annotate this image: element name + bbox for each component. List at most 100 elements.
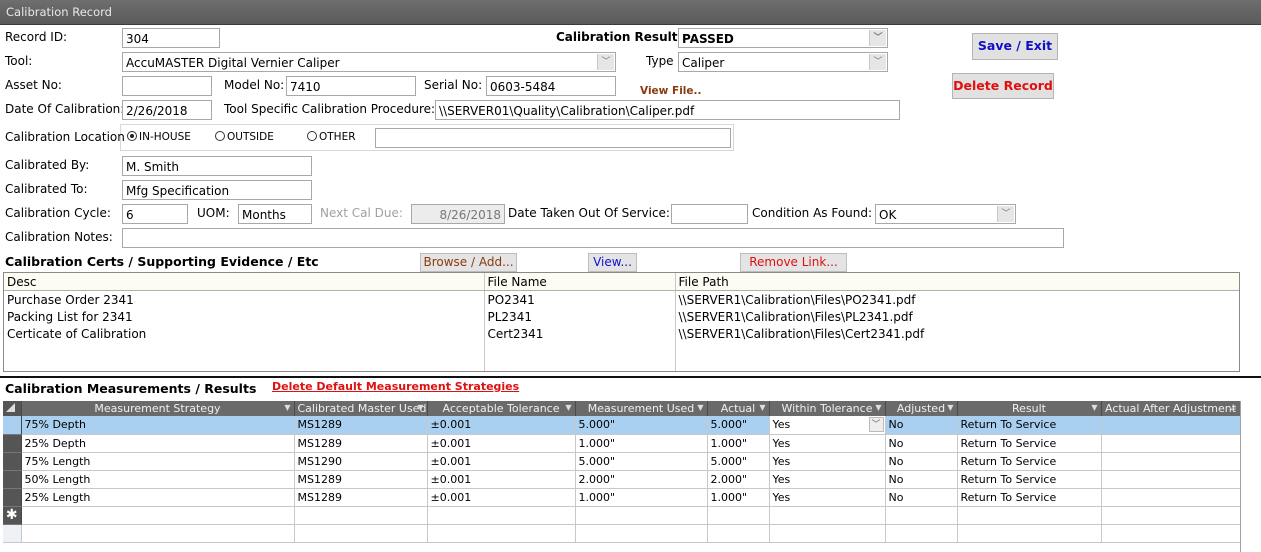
- new-cell[interactable]: [21, 506, 295, 525]
- cell-actual[interactable]: 5.000": [707, 416, 770, 435]
- table-row[interactable]: 75% Depth MS1289 ±0.001 5.000" 5.000" Ye…: [3, 416, 1240, 435]
- col-adjusted[interactable]: Adjusted ▼: [885, 401, 958, 416]
- cell-within-tolerance-combo[interactable]: Yes ﹀: [769, 416, 886, 435]
- calibration-cycle-field[interactable]: 6: [122, 204, 188, 224]
- cell-actual[interactable]: 1.000": [707, 434, 770, 453]
- certs-col-filename[interactable]: File Name: [484, 273, 676, 291]
- cell-adjusted[interactable]: No: [885, 416, 958, 435]
- chevron-down-icon[interactable]: ﹀: [597, 54, 614, 70]
- chevron-down-icon[interactable]: ﹀: [868, 417, 884, 432]
- cell-measurement-used[interactable]: 5.000": [575, 452, 708, 471]
- sort-filter-icon[interactable]: ⊿: [1230, 403, 1237, 412]
- view-cert-button[interactable]: View...: [588, 253, 637, 272]
- cell-strategy[interactable]: 50% Length: [21, 470, 295, 489]
- certs-row[interactable]: Certicate of Calibration Cert2341 \\SERV…: [4, 325, 1239, 342]
- cell-measurement-used[interactable]: 1.000": [575, 488, 708, 507]
- cert-filename[interactable]: PL2341: [484, 308, 676, 325]
- new-cell[interactable]: [575, 506, 708, 525]
- cell-tolerance[interactable]: ±0.001: [427, 470, 576, 489]
- cell-strategy[interactable]: 25% Length: [21, 488, 295, 507]
- cell-within-tolerance[interactable]: Yes: [769, 488, 886, 507]
- row-selector[interactable]: [3, 416, 22, 435]
- cell-adjusted[interactable]: No: [885, 452, 958, 471]
- cell-result[interactable]: Return To Service: [957, 452, 1102, 471]
- table-row[interactable]: 25% Depth MS1289 ±0.001 1.000" 1.000" Ye…: [3, 434, 1240, 453]
- certs-col-filepath[interactable]: File Path: [675, 273, 1239, 291]
- col-actual[interactable]: Actual ▼: [707, 401, 770, 416]
- cell-master[interactable]: MS1289: [294, 470, 428, 489]
- filter-arrow-icon[interactable]: ▼: [1091, 403, 1097, 412]
- cell-tolerance[interactable]: ±0.001: [427, 416, 576, 435]
- cell-adjusted[interactable]: No: [885, 434, 958, 453]
- new-cell[interactable]: [294, 506, 428, 525]
- cell-actual[interactable]: 5.000": [707, 452, 770, 471]
- cell-strategy[interactable]: 25% Depth: [21, 434, 295, 453]
- calibrated-by-field[interactable]: M. Smith: [122, 156, 312, 176]
- filter-arrow-icon[interactable]: ▼: [284, 403, 290, 412]
- cert-desc[interactable]: Certicate of Calibration: [4, 325, 485, 342]
- serial-no-field[interactable]: 0603-5484: [486, 76, 616, 96]
- filter-arrow-icon[interactable]: ▼: [759, 403, 765, 412]
- chevron-down-icon[interactable]: ﹀: [869, 30, 886, 46]
- cell-master[interactable]: MS1289: [294, 434, 428, 453]
- table-row[interactable]: 75% Length MS1290 ±0.001 5.000" 5.000" Y…: [3, 452, 1240, 471]
- browse-add-button[interactable]: Browse / Add...: [420, 253, 517, 272]
- view-file-link[interactable]: View File..: [640, 85, 702, 97]
- cell-master[interactable]: MS1290: [294, 452, 428, 471]
- new-cell[interactable]: [957, 506, 1102, 525]
- location-radio-outside[interactable]: OUTSIDE: [215, 131, 274, 143]
- cell-strategy[interactable]: 75% Length: [21, 452, 295, 471]
- col-actual-after-adjustment[interactable]: Actual After Adjustment ⊿: [1101, 401, 1240, 416]
- location-radio-other[interactable]: OTHER: [307, 131, 356, 143]
- out-of-service-field[interactable]: [671, 204, 748, 224]
- cell-actual[interactable]: 1.000": [707, 488, 770, 507]
- cell-measurement-used[interactable]: 2.000": [575, 470, 708, 489]
- cell-measurement-used[interactable]: 1.000": [575, 434, 708, 453]
- cell-measurement-used[interactable]: 5.000": [575, 416, 708, 435]
- remove-link-button[interactable]: Remove Link...: [740, 253, 847, 272]
- select-all-corner[interactable]: [3, 401, 22, 416]
- type-select[interactable]: Caliper ﹀: [678, 52, 888, 72]
- cell-within-tolerance[interactable]: Yes: [769, 452, 886, 471]
- new-cell[interactable]: [1101, 506, 1240, 525]
- cell-result[interactable]: Return To Service: [957, 488, 1102, 507]
- cell-actual-after[interactable]: [1101, 470, 1240, 489]
- filter-arrow-icon[interactable]: ▼: [947, 403, 953, 412]
- location-radio-inhouse[interactable]: IN-HOUSE: [127, 131, 191, 143]
- cell-tolerance[interactable]: ±0.001: [427, 488, 576, 507]
- cert-filepath[interactable]: \\SERVER1\Calibration\Files\Cert2341.pdf: [675, 325, 1239, 342]
- cell-adjusted[interactable]: No: [885, 470, 958, 489]
- cell-actual[interactable]: 2.000": [707, 470, 770, 489]
- asset-no-field[interactable]: [122, 76, 212, 96]
- cell-tolerance[interactable]: ±0.001: [427, 434, 576, 453]
- col-acceptable-tolerance[interactable]: Acceptable Tolerance ▼: [427, 401, 576, 416]
- save-exit-button[interactable]: Save / Exit: [972, 33, 1058, 60]
- cell-tolerance[interactable]: ±0.001: [427, 452, 576, 471]
- new-cell[interactable]: [769, 506, 886, 525]
- col-measurement-used[interactable]: Measurement Used ▼: [575, 401, 708, 416]
- filter-arrow-icon[interactable]: ▼: [565, 403, 571, 412]
- cell-result[interactable]: Return To Service: [957, 416, 1102, 435]
- col-within-tolerance[interactable]: Within Tolerance ▼: [769, 401, 886, 416]
- model-no-field[interactable]: 7410: [286, 76, 416, 96]
- cell-result[interactable]: Return To Service: [957, 434, 1102, 453]
- filter-arrow-icon[interactable]: ▼: [417, 403, 423, 412]
- cert-filename[interactable]: Cert2341: [484, 325, 676, 342]
- chevron-down-icon[interactable]: ﹀: [869, 54, 886, 70]
- col-measurement-strategy[interactable]: Measurement Strategy ▼: [21, 401, 295, 416]
- cell-within-tolerance[interactable]: Yes: [769, 470, 886, 489]
- new-cell[interactable]: [427, 506, 576, 525]
- cell-result[interactable]: Return To Service: [957, 470, 1102, 489]
- delete-default-strategies-link[interactable]: Delete Default Measurement Strategies: [272, 380, 519, 393]
- row-selector[interactable]: [3, 434, 22, 453]
- calibrated-to-field[interactable]: Mfg Specification: [122, 180, 312, 200]
- cert-filename[interactable]: PO2341: [484, 290, 676, 308]
- delete-record-button[interactable]: Delete Record: [952, 73, 1054, 99]
- table-row[interactable]: 25% Length MS1289 ±0.001 1.000" 1.000" Y…: [3, 488, 1240, 507]
- cert-desc[interactable]: Purchase Order 2341: [4, 290, 485, 308]
- certs-row[interactable]: Packing List for 2341 PL2341 \\SERVER1\C…: [4, 308, 1239, 325]
- cell-actual-after[interactable]: [1101, 416, 1240, 435]
- certs-row[interactable]: Purchase Order 2341 PO2341 \\SERVER1\Cal…: [4, 290, 1239, 308]
- row-selector[interactable]: [3, 470, 22, 489]
- cell-strategy[interactable]: 75% Depth: [21, 416, 295, 435]
